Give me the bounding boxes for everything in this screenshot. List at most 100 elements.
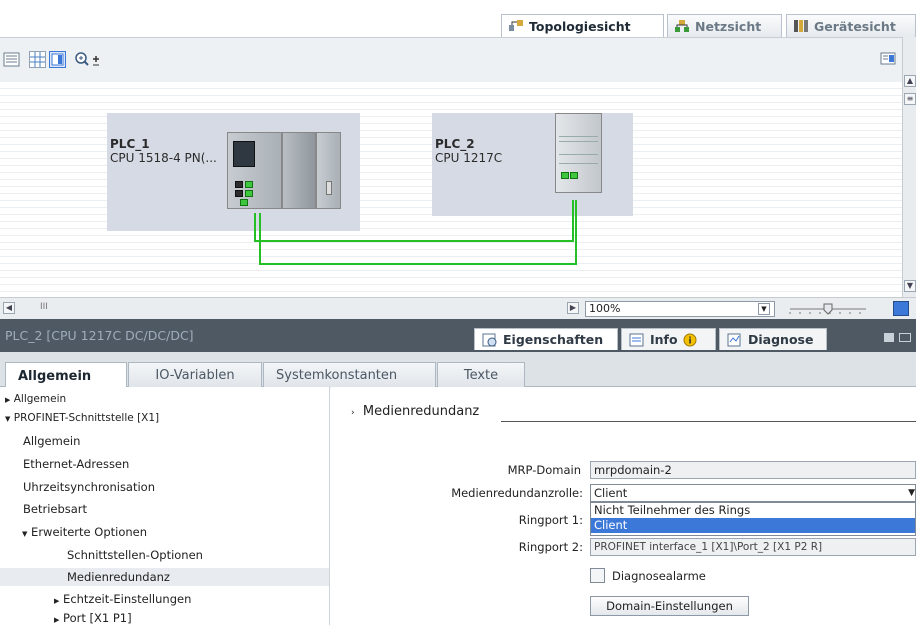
caret-down-icon: ▼ — [5, 415, 11, 423]
ringport-2-value: PROFINET interface_1 [X1]\Port_2 [X1 P2 … — [594, 541, 823, 553]
scroll-left-icon[interactable]: ◀ — [3, 302, 15, 314]
port-icon — [245, 190, 253, 197]
device-plc-1[interactable]: PLC_1 CPU 1518-4 PN(... — [107, 113, 360, 231]
tree-item-port-x1-p1[interactable]: ▶ Port [X1 P1] — [0, 609, 329, 627]
tab-properties[interactable]: Eigenschaften — [474, 328, 618, 350]
role-option-selected[interactable]: Client — [591, 518, 915, 533]
info-list-icon — [629, 333, 644, 346]
caret-down-icon: ▼ — [22, 530, 28, 538]
cpu-module-icon — [227, 132, 282, 209]
vertical-scrollbar[interactable]: ▲ ≡ ▼ — [902, 37, 916, 297]
media-redundancy-role-label: Medienredundanzrolle: — [451, 486, 583, 500]
network-overview-icon — [3, 52, 20, 67]
ringport-1-label: Ringport 1: — [518, 513, 583, 527]
tree-item-label: Echtzeit-Einstellungen — [63, 592, 192, 606]
svg-text:i: i — [688, 336, 691, 346]
tab-network-view[interactable]: Netzsicht — [667, 14, 782, 37]
subtab-general[interactable]: Allgemein — [5, 362, 127, 389]
tab-info[interactable]: Info i — [621, 328, 716, 350]
slider-track-icon — [789, 303, 866, 315]
ringport-2-select[interactable]: PROFINET interface_1 [X1]\Port_2 [X1 P2 … — [590, 538, 916, 556]
tree-item-general-sub[interactable]: Allgemein — [0, 432, 329, 450]
section-divider — [501, 421, 916, 422]
device-type: CPU 1217C — [435, 151, 503, 165]
grid-button[interactable] — [29, 51, 46, 68]
scroll-up-icon[interactable]: ▲ — [904, 75, 916, 87]
tree-item-time-sync[interactable]: Uhrzeitsynchronisation — [0, 478, 329, 496]
mrp-domain-field[interactable]: mrpdomain-2 — [590, 461, 916, 479]
overview-panel-button[interactable] — [49, 51, 66, 68]
port-icon — [240, 199, 248, 206]
role-selected-value: Client — [594, 486, 628, 500]
show-properties-button[interactable] — [880, 51, 897, 68]
properties-icon — [482, 333, 497, 346]
device-plc-2[interactable]: PLC_2 CPU 1217C — [432, 113, 633, 216]
caret-right-icon: ▶ — [54, 597, 60, 605]
diagnostic-alarms-label: Diagnosealarme — [612, 569, 706, 583]
tree-item-profinet-interface[interactable]: ▼ PROFINET-Schnittstelle [X1] — [0, 409, 329, 427]
domain-settings-button[interactable]: Domain-Einstellungen — [590, 596, 749, 616]
tree-item-label: Allgemein — [23, 434, 81, 448]
properties-subtabs: Allgemein IO-Variablen Systemkonstanten … — [0, 352, 916, 389]
restore-icon[interactable] — [884, 333, 894, 342]
fit-view-icon[interactable] — [893, 301, 909, 316]
tree-item-general[interactable]: ▶ Allgemein — [0, 390, 329, 408]
role-option[interactable]: Nicht Teilnehmer des Rings — [591, 503, 915, 518]
section-title: Medienredundanz — [362, 404, 480, 419]
cpu-module-icon — [555, 113, 602, 193]
network-wire[interactable] — [254, 213, 256, 241]
grid-icon — [30, 52, 45, 67]
subtab-io-tags[interactable]: IO-Variablen — [128, 362, 262, 388]
scroll-thumb[interactable]: ≡ — [904, 93, 916, 105]
tree-item-operating-mode[interactable]: Betriebsart — [0, 500, 329, 518]
hscroll-thumb[interactable]: III — [40, 302, 48, 312]
device-icon — [793, 19, 809, 33]
tab-label: Netzsicht — [695, 18, 762, 34]
tab-label: Info — [650, 332, 678, 347]
tree-item-realtime-settings[interactable]: ▶ Echtzeit-Einstellungen — [0, 590, 329, 608]
tab-diagnostics[interactable]: Diagnose — [719, 328, 827, 350]
tab-device-view[interactable]: Gerätesicht — [786, 14, 916, 37]
zoom-select[interactable]: 100% ▼ — [585, 301, 775, 317]
zoom-value: 100% — [589, 302, 621, 315]
editor-toolbar — [0, 37, 902, 82]
diagnostic-alarms-checkbox[interactable] — [590, 568, 605, 583]
scroll-down-icon[interactable]: ▼ — [904, 280, 916, 292]
tree-item-media-redundancy[interactable]: Medienredundanz — [0, 568, 329, 586]
topology-canvas[interactable]: PLC_1 CPU 1518-4 PN(... PLC_2 CPU 1217C — [0, 82, 902, 297]
scroll-right-icon[interactable]: ▶ — [567, 302, 579, 314]
caret-right-icon: ▶ — [54, 616, 60, 624]
zoom-button[interactable] — [74, 51, 99, 68]
module-icon — [316, 132, 341, 209]
subtab-system-constants[interactable]: Systemkonstanten — [263, 362, 436, 388]
network-overview-button[interactable] — [3, 51, 20, 68]
panel-icon — [51, 53, 64, 66]
tree-item-interface-options[interactable]: Schnittstellen-Optionen — [0, 546, 329, 564]
tab-label: Gerätesicht — [814, 18, 896, 34]
media-redundancy-role-select[interactable]: Client ▼ — [590, 484, 916, 502]
zoom-slider[interactable] — [786, 302, 870, 316]
info-icon: i — [683, 333, 697, 346]
tree-item-label: Schnittstellen-Optionen — [67, 548, 203, 562]
tree-item-label: Betriebsart — [23, 502, 88, 516]
caret-right-icon: ▶ — [5, 396, 11, 404]
topology-icon — [508, 19, 524, 33]
maximize-icon[interactable] — [899, 333, 911, 342]
subtab-texts[interactable]: Texte — [437, 362, 525, 388]
tab-label: Topologiesicht — [529, 18, 631, 34]
network-wire[interactable] — [254, 240, 573, 242]
zoom-icon — [75, 52, 99, 66]
network-wire[interactable] — [572, 200, 574, 242]
network-wire[interactable] — [575, 200, 577, 265]
network-wire[interactable] — [259, 263, 577, 265]
section-header[interactable]: › Medienredundanz — [351, 404, 479, 419]
tree-item-advanced-options[interactable]: ▼ Erweiterte Optionen — [0, 523, 329, 541]
properties-pane: › Medienredundanz MRP-Domain mrpdomain-2… — [331, 387, 916, 625]
tab-topology-view[interactable]: Topologiesicht — [501, 14, 664, 37]
chevron-down-icon[interactable]: ▼ — [758, 303, 770, 315]
mrp-domain-label: MRP-Domain — [507, 463, 581, 477]
tree-item-ethernet-addresses[interactable]: Ethernet-Adressen — [0, 455, 329, 473]
device-type: CPU 1518-4 PN(... — [110, 151, 217, 165]
chevron-down-icon[interactable]: ▼ — [908, 485, 915, 501]
network-wire[interactable] — [259, 213, 261, 264]
